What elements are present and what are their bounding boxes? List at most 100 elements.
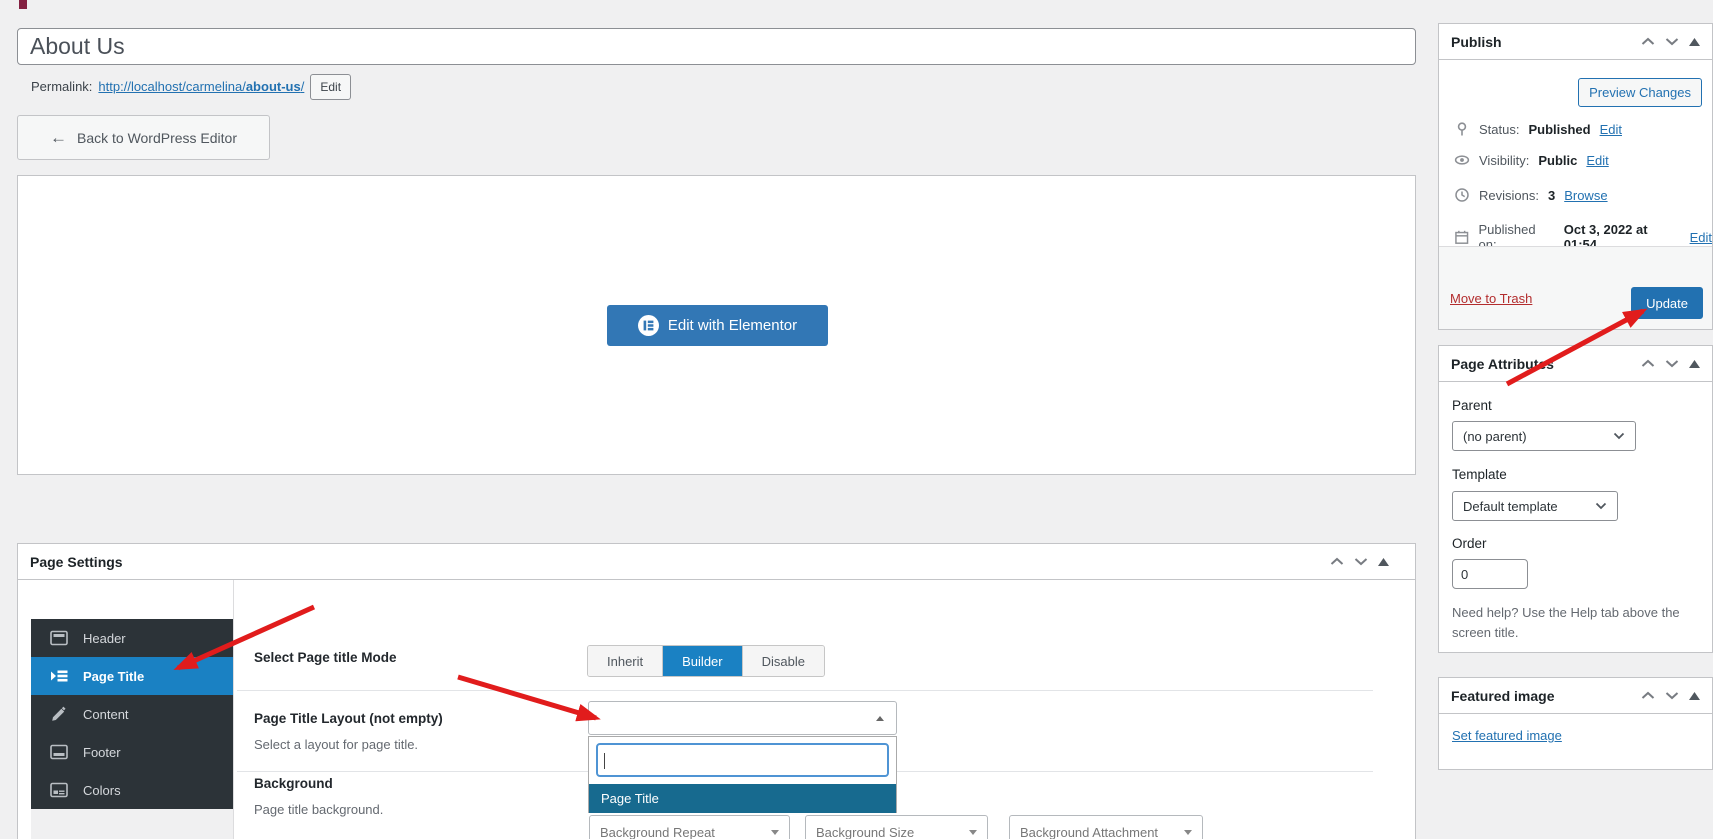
nav-item-content[interactable]: Content bbox=[31, 695, 233, 733]
admin-bar-fragment bbox=[19, 0, 27, 9]
order-label: Order bbox=[1452, 536, 1487, 551]
nav-content-divider bbox=[233, 580, 234, 839]
move-up-icon[interactable] bbox=[1641, 691, 1655, 700]
page-attributes-header: Page Attributes bbox=[1439, 346, 1712, 382]
revisions-icon bbox=[1455, 188, 1469, 202]
move-to-trash-link[interactable]: Move to Trash bbox=[1450, 291, 1532, 306]
nav-item-page-title[interactable]: Page Title bbox=[31, 657, 233, 695]
parent-label: Parent bbox=[1452, 398, 1492, 413]
page-settings-title: Page Settings bbox=[30, 553, 123, 570]
settings-nav-menu: Header Page Title Content Footer Colors bbox=[31, 619, 233, 809]
collapse-toggle-icon[interactable] bbox=[1378, 557, 1389, 566]
revisions-browse-link[interactable]: Browse bbox=[1564, 188, 1607, 203]
collapse-toggle-icon[interactable] bbox=[1689, 37, 1700, 46]
nav-item-footer[interactable]: Footer bbox=[31, 733, 233, 771]
published-on-edit-link[interactable]: Edit bbox=[1690, 230, 1712, 245]
preview-changes-button[interactable]: Preview Changes bbox=[1578, 78, 1702, 107]
nav-item-colors[interactable]: Colors bbox=[31, 771, 233, 809]
collapse-toggle-icon[interactable] bbox=[1689, 691, 1700, 700]
status-edit-link[interactable]: Edit bbox=[1600, 122, 1622, 137]
template-select[interactable]: Default template bbox=[1452, 491, 1618, 521]
visibility-value: Public bbox=[1538, 152, 1578, 168]
visibility-label: Visibility: bbox=[1479, 152, 1530, 168]
move-up-icon[interactable] bbox=[1641, 359, 1655, 368]
background-attachment-placeholder: Background Attachment bbox=[1020, 824, 1159, 839]
back-to-wordpress-editor-button[interactable]: ← Back to WordPress Editor bbox=[17, 115, 270, 160]
attributes-help-text: Need help? Use the Help tab above the sc… bbox=[1452, 605, 1680, 641]
update-button[interactable]: Update bbox=[1631, 287, 1703, 319]
permalink-slug: about-us bbox=[245, 79, 301, 94]
background-repeat-placeholder: Background Repeat bbox=[600, 824, 715, 839]
permalink-edit-button[interactable]: Edit bbox=[310, 73, 352, 100]
chevron-down-icon bbox=[969, 829, 977, 835]
mode-builder-button[interactable]: Builder bbox=[663, 646, 743, 676]
layout-field-description: Select a layout for page title. bbox=[254, 737, 419, 752]
page-attributes-panel: Page Attributes Parent (no parent) Templ… bbox=[1438, 345, 1713, 653]
chevron-down-icon bbox=[771, 829, 779, 835]
mode-field-label: Select Page title Mode bbox=[254, 650, 397, 665]
pin-icon bbox=[1457, 122, 1467, 136]
status-value: Published bbox=[1528, 121, 1591, 137]
layout-option-page-title[interactable]: Page Title bbox=[589, 784, 896, 813]
chevron-down-icon bbox=[1595, 502, 1607, 510]
collapse-toggle-icon[interactable] bbox=[1689, 359, 1700, 368]
featured-image-title: Featured image bbox=[1451, 687, 1555, 704]
colors-icon bbox=[50, 782, 68, 798]
layout-select-dropdown: Page Title bbox=[588, 736, 897, 813]
chevron-down-icon bbox=[1184, 829, 1192, 835]
publishing-actions: Move to Trash Update bbox=[1439, 246, 1712, 329]
move-down-icon[interactable] bbox=[1665, 37, 1679, 46]
chevron-down-icon bbox=[1613, 432, 1625, 440]
background-repeat-select[interactable]: Background Repeat bbox=[589, 815, 790, 839]
publish-panel: Publish Preview Changes Status: Publishe… bbox=[1438, 23, 1713, 330]
layout-search-input[interactable] bbox=[596, 743, 889, 777]
nav-item-header[interactable]: Header bbox=[31, 619, 233, 657]
background-field-label: Background bbox=[254, 776, 333, 791]
mode-inherit-button[interactable]: Inherit bbox=[588, 646, 664, 676]
set-featured-image-link[interactable]: Set featured image bbox=[1452, 728, 1562, 743]
wordpress-edit-page-screen: Permalink: http://localhost/carmelina/ab… bbox=[0, 0, 1713, 839]
page-title-icon bbox=[51, 670, 68, 682]
permalink-row: Permalink: http://localhost/carmelina/ab… bbox=[31, 73, 352, 100]
featured-image-panel: Featured image Set featured image bbox=[1438, 677, 1713, 770]
chevron-up-icon bbox=[876, 715, 884, 721]
settings-nav-column: Header Page Title Content Footer Colors bbox=[31, 619, 233, 839]
footer-icon bbox=[50, 744, 68, 760]
background-size-select[interactable]: Background Size bbox=[805, 815, 988, 839]
move-down-icon[interactable] bbox=[1354, 557, 1368, 566]
revisions-label: Revisions: bbox=[1479, 187, 1539, 203]
revisions-value: 3 bbox=[1547, 187, 1556, 203]
parent-select-value: (no parent) bbox=[1463, 428, 1527, 444]
publish-title: Publish bbox=[1451, 33, 1502, 50]
move-down-icon[interactable] bbox=[1665, 359, 1679, 368]
page-settings-panel: Page Settings Header Page Title Content … bbox=[17, 543, 1416, 839]
elementor-logo-icon bbox=[637, 315, 659, 336]
status-label: Status: bbox=[1479, 121, 1520, 137]
nav-item-label: Footer bbox=[83, 744, 121, 760]
eye-icon bbox=[1454, 155, 1470, 165]
move-up-icon[interactable] bbox=[1330, 557, 1344, 566]
page-title-input[interactable] bbox=[17, 28, 1416, 65]
header-icon bbox=[50, 630, 68, 646]
permalink-link[interactable]: http://localhost/carmelina/about-us/ bbox=[98, 79, 304, 94]
back-arrow-icon: ← bbox=[49, 127, 67, 147]
mode-disable-button[interactable]: Disable bbox=[742, 646, 824, 676]
move-up-icon[interactable] bbox=[1641, 37, 1655, 46]
permalink-label: Permalink: bbox=[31, 79, 93, 94]
edit-with-elementor-button[interactable]: Edit with Elementor bbox=[607, 305, 828, 346]
parent-select[interactable]: (no parent) bbox=[1452, 421, 1636, 451]
revisions-row: Revisions: 3 Browse bbox=[1454, 187, 1608, 203]
nav-item-label: Page Title bbox=[83, 668, 145, 684]
order-input[interactable] bbox=[1452, 559, 1528, 589]
move-down-icon[interactable] bbox=[1665, 691, 1679, 700]
page-title-mode-group: Inherit Builder Disable bbox=[587, 645, 825, 677]
visibility-edit-link[interactable]: Edit bbox=[1586, 153, 1608, 168]
template-select-value: Default template bbox=[1463, 498, 1558, 514]
pencil-icon bbox=[52, 706, 66, 721]
nav-item-label: Header bbox=[83, 630, 126, 646]
row-divider bbox=[237, 690, 1373, 691]
background-attachment-select[interactable]: Background Attachment bbox=[1009, 815, 1203, 839]
background-size-placeholder: Background Size bbox=[816, 824, 915, 839]
page-title-layout-select[interactable] bbox=[588, 701, 897, 735]
featured-image-header: Featured image bbox=[1439, 678, 1712, 714]
